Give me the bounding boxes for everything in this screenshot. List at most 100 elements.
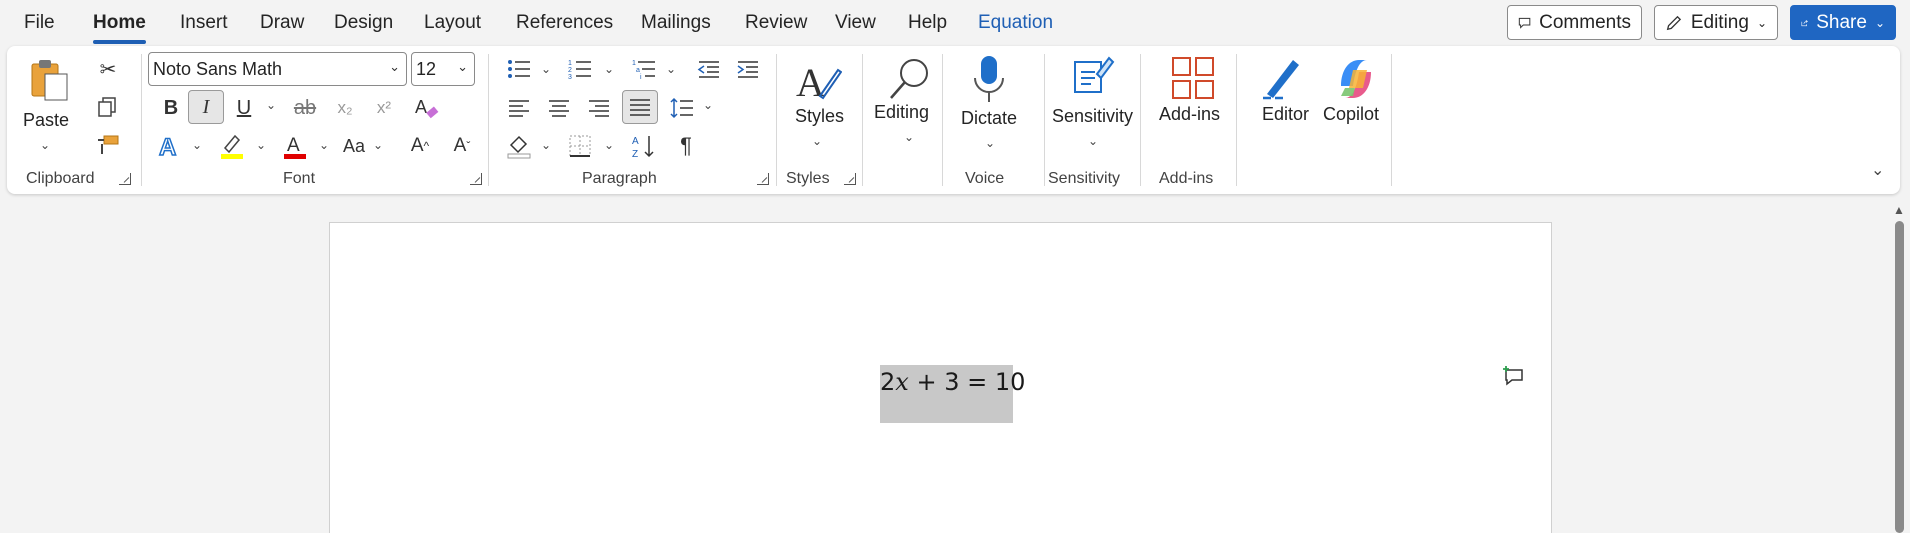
font-dialog-launcher-icon[interactable] xyxy=(470,173,482,185)
chevron-down-icon[interactable]: ⌄ xyxy=(192,138,202,152)
svg-text:i: i xyxy=(640,74,642,80)
chevron-down-icon: ⌄ xyxy=(1874,15,1885,30)
chevron-down-icon[interactable]: ⌄ xyxy=(541,138,551,152)
italic-button[interactable]: I xyxy=(188,90,224,124)
chevron-down-icon: ⌄ xyxy=(812,134,823,148)
editor-button[interactable]: Editor xyxy=(1250,54,1316,154)
styles-group-label: Styles xyxy=(786,170,830,187)
chevron-down-icon[interactable]: ⌄ xyxy=(541,62,551,76)
tab-home[interactable]: Home xyxy=(93,12,146,44)
sensitivity-group-label: Sensitivity xyxy=(1048,170,1121,187)
bullets-icon[interactable] xyxy=(504,54,534,84)
new-comment-icon[interactable] xyxy=(1502,364,1526,388)
shrink-font-icon[interactable]: Aˇ xyxy=(447,130,477,162)
text-effects-icon[interactable]: A xyxy=(153,130,185,162)
chevron-down-icon[interactable]: ⌄ xyxy=(266,98,276,112)
tab-references[interactable]: References xyxy=(516,12,613,34)
tab-review[interactable]: Review xyxy=(745,12,807,34)
editing-mode-label: Editing xyxy=(1690,11,1749,33)
tab-view[interactable]: View xyxy=(835,12,876,34)
comments-button[interactable]: Comments xyxy=(1507,5,1642,40)
svg-text:2: 2 xyxy=(568,67,572,74)
svg-text:Z: Z xyxy=(632,149,638,159)
font-name-combo[interactable]: Noto Sans Math ⌄ xyxy=(148,52,407,86)
tab-equation[interactable]: Equation xyxy=(978,12,1053,34)
copilot-button[interactable]: Copilot xyxy=(1319,54,1391,154)
chevron-down-icon: ⌄ xyxy=(904,130,915,144)
strikethrough-button[interactable]: ab xyxy=(290,92,320,124)
align-left-icon[interactable] xyxy=(504,92,534,124)
styles-dialog-launcher-icon[interactable] xyxy=(844,173,856,185)
group-divider xyxy=(942,54,943,186)
tab-design[interactable]: Design xyxy=(334,12,393,34)
styles-button[interactable]: A Styles ⌄ xyxy=(787,54,847,164)
chevron-down-icon: ⌄ xyxy=(1088,134,1099,148)
bold-button[interactable]: B xyxy=(156,92,186,124)
equation-text[interactable]: 2x + 3 = 10 xyxy=(880,368,1025,396)
group-divider xyxy=(862,54,863,186)
editing-button[interactable]: Editing ⌄ xyxy=(869,54,949,164)
chevron-down-icon[interactable]: ⌄ xyxy=(373,138,383,152)
chevron-down-icon: ⌄ xyxy=(457,59,468,74)
editing-mode-button[interactable]: Editing ⌄ xyxy=(1654,5,1778,40)
collapse-ribbon-icon[interactable]: ⌄ xyxy=(1871,160,1884,180)
justify-icon[interactable] xyxy=(622,90,658,124)
tab-draw[interactable]: Draw xyxy=(260,12,304,34)
line-spacing-icon[interactable] xyxy=(667,92,697,124)
cut-icon[interactable]: ✂ xyxy=(95,56,121,82)
superscript-button[interactable]: x² xyxy=(371,92,397,124)
font-name-value: Noto Sans Math xyxy=(153,58,283,79)
chevron-down-icon: ⌄ xyxy=(389,59,400,74)
font-size-combo[interactable]: 12 ⌄ xyxy=(411,52,475,86)
tab-mailings[interactable]: Mailings xyxy=(641,12,711,34)
shading-icon[interactable] xyxy=(504,130,534,162)
group-divider xyxy=(488,54,489,186)
multilevel-list-icon[interactable]: 1ai xyxy=(629,54,659,84)
show-formatting-icon[interactable]: ¶ xyxy=(671,130,701,162)
chevron-down-icon[interactable]: ⌄ xyxy=(666,62,676,76)
sensitivity-button[interactable]: Sensitivity ⌄ xyxy=(1047,54,1137,164)
decrease-indent-icon[interactable] xyxy=(695,54,723,84)
tab-layout[interactable]: Layout xyxy=(424,12,481,34)
add-ins-group-label: Add-ins xyxy=(1159,170,1214,187)
font-size-value: 12 xyxy=(416,58,437,79)
borders-icon[interactable] xyxy=(565,130,595,162)
tab-insert[interactable]: Insert xyxy=(180,12,228,34)
copilot-label: Copilot xyxy=(1323,104,1380,124)
vertical-scrollbar[interactable]: ▲ xyxy=(1892,203,1906,533)
group-divider xyxy=(776,54,777,186)
chevron-down-icon[interactable]: ⌄ xyxy=(319,138,329,152)
chevron-down-icon[interactable]: ⌄ xyxy=(604,138,614,152)
numbering-icon[interactable]: 123 xyxy=(565,54,595,84)
grow-font-icon[interactable]: A ^ xyxy=(405,130,435,162)
clear-formatting-icon[interactable]: A xyxy=(411,92,441,124)
change-case-button[interactable]: Aa xyxy=(338,130,370,162)
dictate-button[interactable]: Dictate ⌄ xyxy=(955,54,1025,164)
scrollbar-thumb[interactable] xyxy=(1895,221,1904,533)
font-color-icon[interactable]: A xyxy=(279,130,311,162)
highlight-icon[interactable] xyxy=(216,130,248,162)
align-right-icon[interactable] xyxy=(584,92,614,124)
align-center-icon[interactable] xyxy=(544,92,574,124)
underline-button[interactable]: U xyxy=(231,92,257,124)
subscript-button[interactable]: x₂ xyxy=(332,92,358,124)
tab-help[interactable]: Help xyxy=(908,12,947,34)
tab-file[interactable]: File xyxy=(24,12,55,34)
paragraph-dialog-launcher-icon[interactable] xyxy=(757,173,769,185)
chevron-down-icon: ⌄ xyxy=(40,138,51,152)
scroll-up-arrow-icon[interactable]: ▲ xyxy=(1893,203,1905,217)
increase-indent-icon[interactable] xyxy=(734,54,762,84)
svg-text:a: a xyxy=(636,67,640,74)
format-painter-icon[interactable] xyxy=(95,132,121,158)
chevron-down-icon[interactable]: ⌄ xyxy=(256,138,266,152)
search-icon xyxy=(890,59,928,99)
chevron-down-icon[interactable]: ⌄ xyxy=(604,62,614,76)
copy-icon[interactable] xyxy=(95,94,121,120)
sort-icon[interactable]: AZ xyxy=(629,130,659,162)
clipboard-dialog-launcher-icon[interactable] xyxy=(119,173,131,185)
chevron-down-icon[interactable]: ⌄ xyxy=(703,98,713,112)
paste-button[interactable]: Paste ⌄ xyxy=(23,54,69,154)
add-ins-button[interactable]: Add-ins xyxy=(1150,54,1230,154)
share-button[interactable]: Share ⌄ xyxy=(1790,5,1896,40)
group-divider xyxy=(1044,54,1045,186)
